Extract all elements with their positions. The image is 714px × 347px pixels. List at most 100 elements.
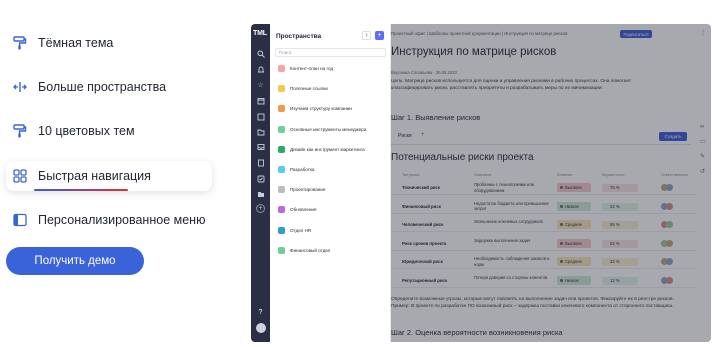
avatar <box>666 221 673 229</box>
page-title: Инструкция по матрице рисков <box>391 46 557 58</box>
table-row[interactable]: Человеческий риск Увольнение ключевых сот… <box>391 218 696 233</box>
column-header[interactable]: Описание <box>474 173 491 177</box>
space-item[interactable]: Контент-план на год <box>278 64 333 73</box>
table-row[interactable]: Риск сроков проекта Задержка выполнения з… <box>391 237 696 251</box>
star-icon[interactable]: ☆ <box>256 81 265 90</box>
feature-list: Тёмная тема Больше пространства 10 цвето… <box>0 0 240 347</box>
help-icon[interactable]: ? <box>256 308 265 317</box>
assignees[interactable] <box>661 258 677 266</box>
feature-personalized-menu[interactable]: Персонализированное меню <box>6 205 212 235</box>
space-icon <box>278 145 285 153</box>
space-item[interactable]: Основные инструменты менеджера <box>278 125 366 134</box>
space-label: Финансовый отдел <box>290 247 331 253</box>
table-row[interactable]: Юридический риск Необходимость соблюдения… <box>391 255 696 270</box>
avatar <box>666 258 673 266</box>
risk-description: Потеря доверия со стороны клиентов <box>474 275 548 280</box>
spaces-search-input[interactable]: Поиск <box>275 48 386 57</box>
intro-paragraph: Цель: Матрица рисков используется для оц… <box>391 79 632 91</box>
space-icon <box>278 246 285 254</box>
space-item[interactable]: Проектирование <box>278 185 325 194</box>
column-header[interactable]: Влияние <box>557 173 572 177</box>
impact-label: Среднее <box>565 222 583 228</box>
link-icon[interactable]: ∞ <box>700 124 706 130</box>
space-item[interactable]: Обновления <box>278 205 316 214</box>
breadcrumb[interactable]: Проектный офис | Шаблоны проектной докум… <box>391 31 567 36</box>
probability-value: 12 % <box>602 277 638 285</box>
space-item[interactable]: Отдел HR <box>278 226 311 235</box>
space-label: Разработка <box>290 167 315 172</box>
table-row[interactable]: Финансовый риск Недостаток бюджета или пр… <box>391 200 696 214</box>
avatar <box>666 202 673 210</box>
feature-dark-theme[interactable]: Тёмная тема <box>6 28 212 58</box>
space-label: Основные инструменты менеджера <box>290 126 367 132</box>
risk-description: Недостаток бюджета или превышение затрат <box>474 200 549 212</box>
assignees[interactable] <box>661 221 677 229</box>
subscribe-button[interactable]: Подписаться <box>620 30 652 38</box>
plus-icon[interactable]: + <box>256 204 265 213</box>
impact-badge[interactable]: Низкое <box>557 201 591 211</box>
feature-more-space[interactable]: Больше пространства <box>6 72 212 102</box>
risk-description: Проблемы с технологиями или оборудование… <box>474 182 535 193</box>
folder-icon[interactable] <box>256 127 265 136</box>
sidebar-layout-icon <box>12 212 28 228</box>
history-icon[interactable]: ↺ <box>700 169 706 175</box>
space-label: Проектирование <box>290 187 326 193</box>
impact-badge[interactable]: Низкое <box>557 276 591 285</box>
add-tab-button[interactable]: + <box>421 132 425 138</box>
add-space-button[interactable]: + <box>375 31 384 40</box>
feature-color-themes[interactable]: 10 цветовых тем <box>6 116 212 146</box>
assignees[interactable] <box>661 277 677 285</box>
tab-risks[interactable]: Риски <box>398 133 412 139</box>
space-icon <box>278 206 285 214</box>
more-icon[interactable]: › <box>362 31 371 40</box>
space-item[interactable]: Разработка <box>278 165 315 174</box>
checkbox-icon[interactable] <box>256 112 265 121</box>
column-header[interactable]: Тип риска <box>402 173 419 177</box>
assignees[interactable] <box>661 202 677 211</box>
spaces-title: Пространства <box>276 33 322 40</box>
page: Тёмная тема Больше пространства 10 цвето… <box>0 0 714 347</box>
folder-open-icon[interactable] <box>256 189 265 198</box>
risk-type: Репутационный риск <box>402 278 448 283</box>
document-icon[interactable] <box>256 158 265 167</box>
status-dot <box>560 204 563 208</box>
assignees[interactable] <box>661 184 677 192</box>
avatar <box>666 277 673 284</box>
impact-label: Низкое <box>565 278 579 283</box>
comment-icon[interactable]: ▭ <box>700 139 706 145</box>
impact-badge[interactable]: Среднее <box>557 220 591 230</box>
space-item[interactable]: Финансовый отдел <box>278 246 330 255</box>
inbox-icon[interactable] <box>256 142 265 151</box>
space-item[interactable]: Дизайн как инструмент маркетинга <box>278 145 365 154</box>
expand-horizontal-icon <box>12 79 28 95</box>
step2-heading: Шаг 2. Оценка вероятности возникновения … <box>391 328 563 337</box>
bell-icon[interactable] <box>256 65 265 74</box>
space-label: Дизайн как инструмент маркетинга <box>290 146 365 152</box>
search-icon[interactable] <box>256 49 265 58</box>
space-icon <box>278 226 285 234</box>
space-icon <box>278 85 285 93</box>
impact-label: Высокое <box>565 240 582 246</box>
space-item[interactable]: Изучаем структуру компании <box>278 104 352 113</box>
probability-value: 22 % <box>602 202 638 211</box>
impact-badge[interactable]: Высокое <box>557 238 591 248</box>
get-demo-button[interactable]: Получить демо <box>6 247 144 275</box>
space-item[interactable]: Полезные ссылки <box>278 84 328 93</box>
space-icon <box>278 166 285 173</box>
probability-value: 55 % <box>602 221 638 230</box>
feature-quick-navigation[interactable]: Быстрая навигация <box>6 161 212 191</box>
avatar[interactable] <box>256 323 266 333</box>
check-icon[interactable] <box>256 174 265 183</box>
feature-label: 10 цветовых тем <box>38 124 135 138</box>
more-icon[interactable]: ⋮ <box>700 30 706 36</box>
table-row[interactable]: Технический риск Проблемы с технологиями … <box>391 181 696 195</box>
table-row[interactable]: Репутационный риск Потеря доверия со стор… <box>391 274 696 288</box>
impact-badge[interactable]: Высокое <box>557 183 591 192</box>
assignees[interactable] <box>661 239 677 248</box>
edit-icon[interactable]: ✎ <box>700 154 706 160</box>
calendar-icon[interactable] <box>256 96 265 105</box>
column-header[interactable]: Ответственные <box>661 173 688 177</box>
create-button[interactable]: Создать <box>659 132 687 141</box>
impact-badge[interactable]: Среднее <box>557 257 591 267</box>
column-header[interactable]: Вероятность <box>602 173 625 177</box>
